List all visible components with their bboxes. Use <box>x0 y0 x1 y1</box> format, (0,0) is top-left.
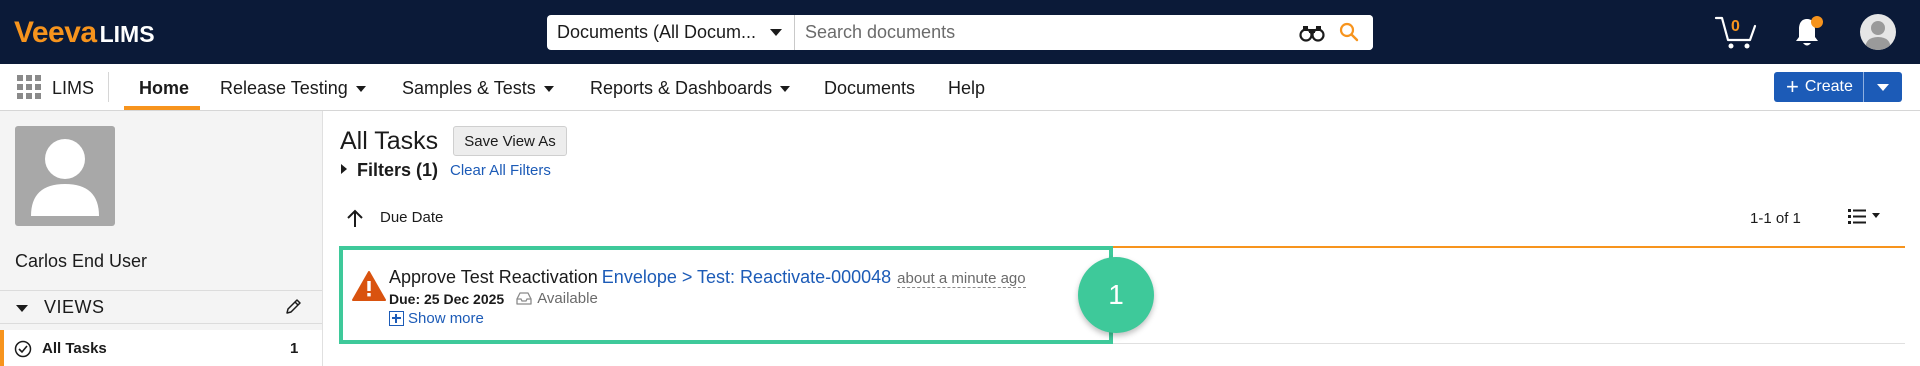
step-number-badge: 1 <box>1078 257 1154 333</box>
inbox-icon <box>516 292 532 305</box>
chevron-down-icon <box>770 29 782 36</box>
search-input[interactable] <box>795 15 1373 50</box>
chevron-down-icon[interactable] <box>16 305 28 312</box>
views-label: VIEWS <box>44 297 105 317</box>
task-summary: Approve Test Reactivation Envelope > Test… <box>389 267 1026 288</box>
task-status: Available <box>537 290 598 307</box>
chevron-right-icon[interactable] <box>341 164 347 174</box>
create-main-button[interactable]: + Create <box>1774 72 1864 102</box>
chevron-down-icon <box>355 86 366 93</box>
task-document-link[interactable]: Envelope > Test: Reactivate-000048 <box>602 267 891 287</box>
page-title: All Tasks <box>340 127 439 155</box>
nav-item-help[interactable]: Help <box>948 78 985 99</box>
save-view-as-label: Save View As <box>464 132 556 150</box>
nav-item-release-testing[interactable]: Release Testing <box>220 78 366 99</box>
results-count: 1-1 of 1 <box>1750 210 1801 227</box>
row-divider <box>1110 343 1905 344</box>
list-header-divider <box>1110 246 1905 248</box>
task-title[interactable]: Approve Test Reactivation <box>389 267 598 287</box>
pencil-icon[interactable] <box>284 298 302 316</box>
nav-item-label: Release Testing <box>220 78 348 98</box>
nav-divider <box>108 72 109 102</box>
warning-icon <box>352 271 386 301</box>
nav-item-home[interactable]: Home <box>139 78 189 99</box>
person-icon <box>1865 21 1891 50</box>
clear-all-filters-link[interactable]: Clear All Filters <box>450 162 551 179</box>
notification-dot <box>1811 16 1823 28</box>
logo-veeva-text: Veeva <box>14 16 97 49</box>
task-timestamp: about a minute ago <box>897 270 1026 288</box>
task-details: Due: 25 Dec 2025 Available <box>389 290 598 307</box>
chevron-down-icon <box>543 86 554 93</box>
task-due-date: Due: 25 Dec 2025 <box>389 290 505 307</box>
nav-item-reports-dashboards[interactable]: Reports & Dashboards <box>590 78 791 99</box>
show-more-link[interactable]: Show more <box>389 310 484 327</box>
nav-app-name[interactable]: LIMS <box>52 78 94 99</box>
nav-item-documents[interactable]: Documents <box>824 78 915 99</box>
chevron-down-icon <box>780 86 791 93</box>
profile-picture <box>15 126 115 226</box>
sort-ascending-arrow-icon[interactable] <box>346 208 364 228</box>
check-circle-icon <box>14 340 32 358</box>
nav-item-label: Home <box>139 78 190 98</box>
binoculars-icon[interactable] <box>1299 24 1325 42</box>
nav-item-label: Samples & Tests <box>402 78 536 98</box>
list-view-icon[interactable] <box>1848 207 1882 225</box>
nav-item-label: Help <box>948 78 986 98</box>
plus-icon: + <box>1786 74 1799 99</box>
nav-item-label: Documents <box>824 78 916 98</box>
cart-count-badge: 0 <box>1731 18 1740 35</box>
chevron-down-icon <box>1877 83 1889 91</box>
sidebar-item-count: 1 <box>290 340 299 357</box>
badge-number: 1 <box>1108 279 1124 310</box>
save-view-as-button[interactable]: Save View As <box>453 126 567 156</box>
user-avatar[interactable] <box>1860 14 1896 50</box>
search-icon[interactable] <box>1339 22 1359 42</box>
sort-field-label[interactable]: Due Date <box>380 209 443 226</box>
global-search-bar: Documents (All Docum... <box>547 15 1373 50</box>
filters-toggle[interactable]: Filters (1) <box>357 160 438 181</box>
logo-lims-text: LIMS <box>99 21 155 47</box>
person-icon <box>31 139 99 216</box>
search-scope-label: Documents (All Docum... <box>557 22 757 42</box>
search-scope-dropdown[interactable]: Documents (All Docum... <box>547 15 795 50</box>
nav-item-label: Reports & Dashboards <box>590 78 773 98</box>
show-more-label: Show more <box>408 310 484 327</box>
create-dropdown-toggle[interactable] <box>1864 72 1902 102</box>
plus-square-icon <box>389 311 404 326</box>
user-name: Carlos End User <box>15 251 148 271</box>
nav-item-samples-tests[interactable]: Samples & Tests <box>402 78 554 99</box>
create-button[interactable]: + Create <box>1774 72 1902 102</box>
app-launcher-grid-icon[interactable] <box>16 74 42 100</box>
active-tab-indicator <box>124 106 200 110</box>
sidebar-item-label: All Tasks <box>42 340 107 357</box>
veeva-lims-logo[interactable]: Veeva LIMS <box>14 16 155 49</box>
create-label: Create <box>1804 78 1853 95</box>
